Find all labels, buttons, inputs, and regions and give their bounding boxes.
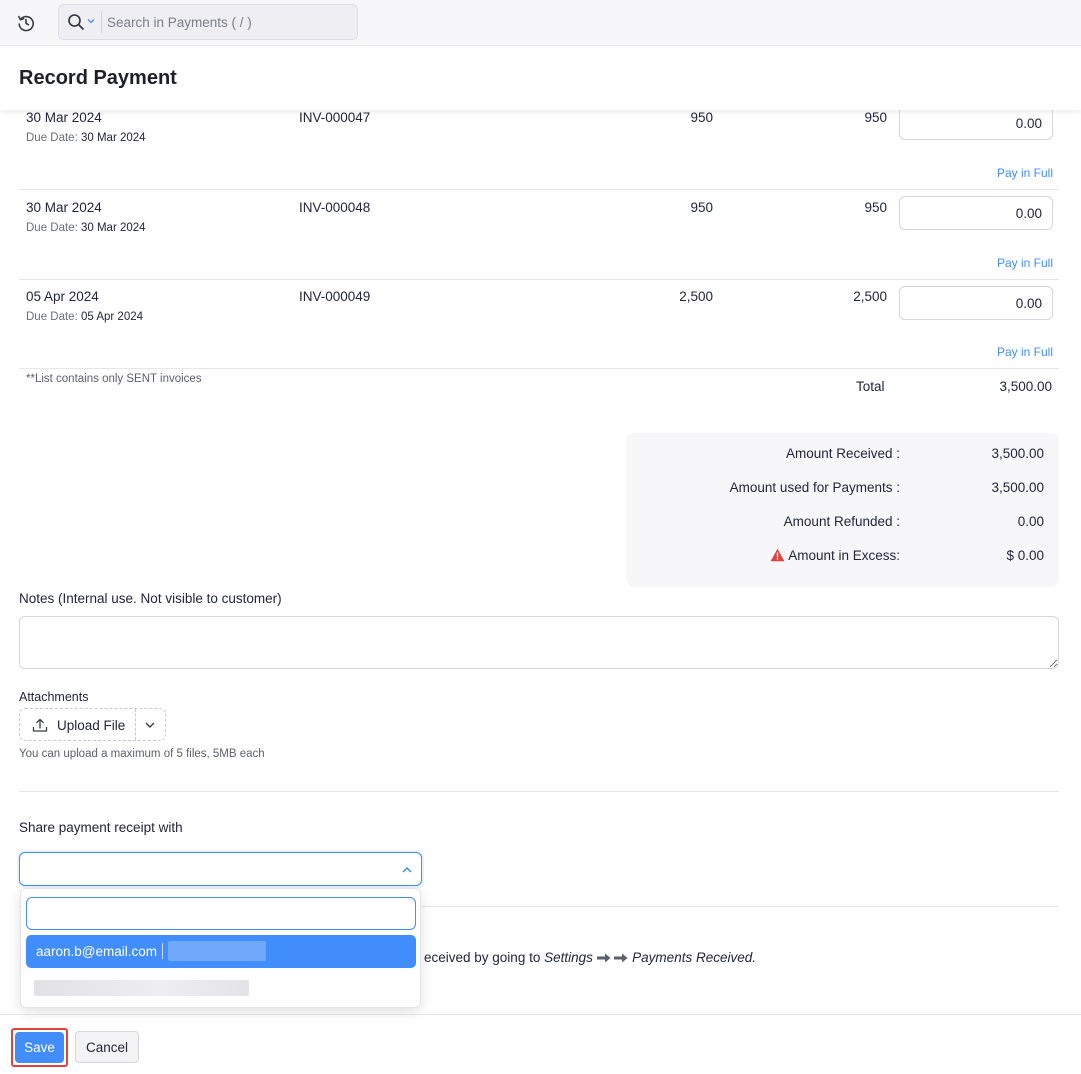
invoice-date: 05 Apr 2024: [26, 289, 99, 304]
search-box[interactable]: [58, 4, 358, 40]
page-title: Record Payment: [19, 67, 177, 89]
invoice-due-date: Due Date: 30 Mar 2024: [26, 132, 146, 144]
invoice-amount-due: 950: [864, 200, 887, 215]
upload-hint: You can upload a maximum of 5 files, 5MB…: [19, 748, 265, 760]
share-receipt-select[interactable]: [19, 852, 422, 886]
option-email-text: aaron.b@email.com: [36, 944, 158, 959]
summary-row-excess: Amount in Excess: $ 0.00: [626, 548, 1059, 568]
search-input[interactable]: [107, 11, 347, 33]
upload-separator: [135, 709, 136, 740]
invoice-amount-due: 2,500: [853, 289, 887, 304]
invoice-amount: 950: [690, 110, 713, 125]
arrow-right-icon: [614, 953, 628, 963]
form-footer: Save Cancel: [0, 1014, 1081, 1074]
payment-input[interactable]: [899, 286, 1053, 320]
warning-icon: [770, 548, 785, 562]
invoice-amount: 950: [690, 200, 713, 215]
invoice-date: 30 Mar 2024: [26, 110, 102, 125]
summary-row-used: Amount used for Payments : 3,500.00: [626, 480, 1059, 500]
share-receipt-dropdown: aaron.b@email.com: [20, 888, 421, 1008]
settings-note: eceived by going to Settings Payments Re…: [424, 950, 756, 965]
share-receipt-label: Share payment receipt with: [19, 820, 183, 835]
table-row: 30 Mar 2024 Due Date: 30 Mar 2024 INV-00…: [19, 100, 1059, 190]
summary-label-excess: Amount in Excess:: [770, 548, 900, 563]
invoice-amount: 2,500: [679, 289, 713, 304]
notes-textarea[interactable]: [19, 616, 1059, 669]
upload-file-button[interactable]: Upload File: [19, 708, 166, 741]
payment-input[interactable]: [899, 106, 1053, 140]
total-value: 3,500.00: [999, 379, 1052, 394]
top-bar: [0, 0, 1081, 46]
history-icon[interactable]: [16, 13, 36, 33]
summary-label: Amount used for Payments :: [729, 480, 900, 495]
invoice-due-date: Due Date: 05 Apr 2024: [26, 311, 144, 323]
invoice-number: INV-000048: [299, 200, 371, 215]
redacted-text: [168, 941, 266, 961]
payment-summary: Amount Received : 3,500.00 Amount used f…: [626, 433, 1059, 587]
notes-label: Notes (Internal use. Not visible to cust…: [19, 591, 282, 606]
divider: [19, 791, 1059, 792]
payment-input[interactable]: [899, 196, 1053, 230]
summary-value: 3,500.00: [991, 446, 1044, 461]
summary-label: Amount Refunded :: [783, 514, 900, 529]
invoice-number: INV-000049: [299, 289, 371, 304]
search-divider: [101, 11, 102, 33]
summary-row-refunded: Amount Refunded : 0.00: [626, 514, 1059, 534]
summary-value: 3,500.00: [991, 480, 1044, 495]
summary-row-received: Amount Received : 3,500.00: [626, 446, 1059, 466]
table-row: 05 Apr 2024 Due Date: 05 Apr 2024 INV-00…: [19, 280, 1059, 369]
chevron-up-icon[interactable]: [401, 864, 413, 876]
upload-file-label: Upload File: [57, 718, 126, 733]
invoice-date: 30 Mar 2024: [26, 200, 102, 215]
arrow-right-icon: [596, 953, 611, 963]
table-row: 30 Mar 2024 Due Date: 30 Mar 2024 INV-00…: [19, 190, 1059, 280]
summary-value: $ 0.00: [1006, 548, 1044, 563]
dropdown-search-input[interactable]: [26, 897, 416, 930]
chevron-down-icon[interactable]: [144, 719, 156, 731]
total-label: Total: [856, 379, 885, 394]
search-icon[interactable]: [67, 13, 85, 31]
dropdown-option-email[interactable]: aaron.b@email.com: [26, 935, 416, 968]
invoice-amount-due: 950: [864, 110, 887, 125]
cancel-button[interactable]: Cancel: [75, 1031, 139, 1063]
save-button[interactable]: Save: [15, 1032, 64, 1063]
list-note: **List contains only SENT invoices: [26, 373, 202, 385]
pay-in-full-link[interactable]: Pay in Full: [997, 345, 1053, 359]
upload-icon: [32, 718, 48, 732]
dropdown-option-redacted[interactable]: [34, 980, 249, 996]
pay-in-full-link[interactable]: Pay in Full: [997, 256, 1053, 270]
page-header: Record Payment: [0, 46, 1081, 110]
summary-value: 0.00: [1017, 514, 1044, 529]
save-button-highlight: Save: [11, 1028, 68, 1067]
invoice-due-date: Due Date: 30 Mar 2024: [26, 222, 146, 234]
attachments-label: Attachments: [19, 690, 89, 704]
pay-in-full-link[interactable]: Pay in Full: [997, 166, 1053, 180]
option-separator: [162, 943, 163, 959]
invoice-number: INV-000047: [299, 110, 371, 125]
chevron-down-icon[interactable]: [87, 17, 95, 25]
summary-label: Amount Received :: [785, 446, 900, 461]
